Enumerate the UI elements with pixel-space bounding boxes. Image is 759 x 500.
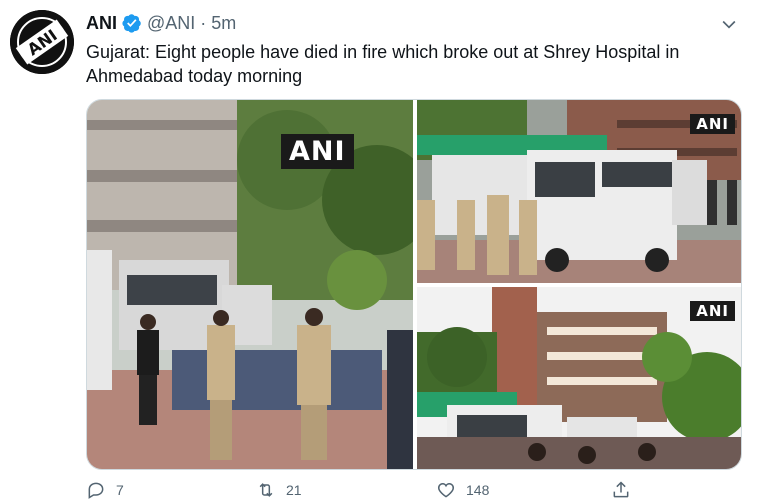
media-grid: ANI ANI ANI — [86, 99, 742, 470]
reply-button[interactable]: 7 — [86, 480, 124, 500]
timestamp[interactable]: 5m — [211, 13, 236, 34]
reply-count: 7 — [116, 482, 124, 498]
avatar[interactable]: ANI — [10, 10, 74, 74]
photo-ambulance[interactable]: ANI — [417, 100, 741, 283]
share-icon — [611, 480, 631, 500]
tweet[interactable]: ANI ANI @ANI · 5m Gujarat: Eight people … — [0, 0, 759, 500]
handle[interactable]: @ANI — [147, 13, 195, 34]
retweet-count: 21 — [286, 482, 302, 498]
like-button[interactable]: 148 — [436, 480, 489, 500]
retweet-button[interactable]: 21 — [256, 480, 302, 500]
action-bar: 7 21 148 — [86, 480, 686, 500]
like-count: 148 — [466, 482, 490, 498]
display-name[interactable]: ANI — [86, 13, 117, 34]
heart-icon — [436, 480, 456, 500]
share-button[interactable] — [611, 480, 641, 500]
separator-dot: · — [200, 12, 207, 33]
photo-hospital-staff[interactable]: ANI — [87, 100, 413, 469]
ani-watermark: ANI — [690, 301, 735, 321]
reply-icon — [86, 480, 106, 500]
chevron-down-icon[interactable] — [719, 14, 739, 34]
photo-hospital-building[interactable]: ANI — [417, 287, 741, 469]
ani-watermark: ANI — [281, 134, 354, 169]
ani-watermark: ANI — [690, 114, 735, 134]
tweet-text: Gujarat: Eight people have died in fire … — [86, 42, 680, 86]
retweet-icon — [256, 480, 276, 500]
tweet-header: ANI @ANI · 5m — [86, 11, 236, 35]
ani-logo-icon: ANI — [10, 10, 74, 74]
verified-badge-icon — [122, 13, 142, 33]
